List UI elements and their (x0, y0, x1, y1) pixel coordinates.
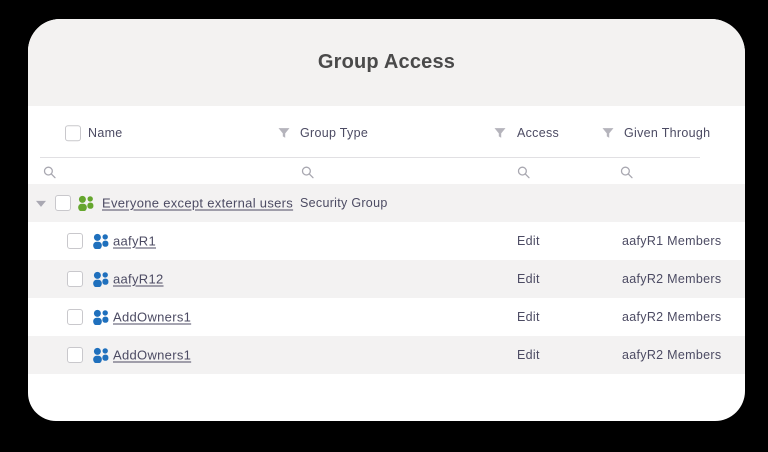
column-header-group-type[interactable]: Group Type (300, 126, 368, 140)
people-icon-blue (93, 309, 109, 325)
table-row[interactable]: aafyR1 Edit aafyR1 Members (28, 222, 745, 260)
group-name-link[interactable]: Everyone except external users (102, 196, 293, 211)
chevron-down-icon[interactable] (36, 200, 46, 207)
panel-header: Group Access (28, 19, 745, 106)
people-icon-green (78, 195, 94, 211)
access-cell: Edit (517, 272, 540, 286)
access-cell: Edit (517, 310, 540, 324)
group-name-link[interactable]: AddOwners1 (113, 348, 191, 363)
search-icon[interactable] (620, 166, 634, 180)
group-name-link[interactable]: AddOwners1 (113, 310, 191, 325)
row-checkbox[interactable] (55, 195, 71, 211)
table-header-row: Name Group Type Access Given Through (28, 106, 745, 158)
filter-icon[interactable] (494, 127, 506, 139)
group-type-cell: Security Group (300, 196, 388, 210)
column-search-row (28, 158, 745, 184)
search-icon[interactable] (43, 166, 57, 180)
people-icon-blue (93, 233, 109, 249)
search-icon[interactable] (301, 166, 315, 180)
column-header-name[interactable]: Name (88, 126, 123, 140)
table-row[interactable]: Everyone except external users Security … (28, 184, 745, 222)
row-checkbox[interactable] (67, 233, 83, 249)
given-through-cell: aafyR2 Members (622, 272, 722, 286)
group-access-panel: Group Access Name Group Type Access Give… (28, 19, 745, 421)
filter-icon[interactable] (602, 127, 614, 139)
given-through-cell: aafyR1 Members (622, 234, 722, 248)
row-checkbox[interactable] (67, 309, 83, 325)
column-header-given-through[interactable]: Given Through (624, 126, 710, 140)
table-body: Everyone except external users Security … (28, 184, 745, 374)
column-header-access[interactable]: Access (517, 126, 559, 140)
given-through-cell: aafyR2 Members (622, 310, 722, 324)
screen: { "title": "Group Access", "colors": { "… (0, 0, 768, 452)
select-all-checkbox[interactable] (65, 125, 81, 142)
row-checkbox[interactable] (67, 271, 83, 287)
group-name-link[interactable]: aafyR12 (113, 272, 164, 287)
table-row[interactable]: AddOwners1 Edit aafyR2 Members (28, 336, 745, 374)
table-row[interactable]: aafyR12 Edit aafyR2 Members (28, 260, 745, 298)
filter-icon[interactable] (278, 127, 290, 139)
access-cell: Edit (517, 234, 540, 248)
people-icon-blue (93, 347, 109, 363)
page-title: Group Access (317, 51, 456, 73)
given-through-cell: aafyR2 Members (622, 348, 722, 362)
group-name-link[interactable]: aafyR1 (113, 234, 156, 249)
table-row[interactable]: AddOwners1 Edit aafyR2 Members (28, 298, 745, 336)
people-icon-blue (93, 271, 109, 287)
access-cell: Edit (517, 348, 540, 362)
row-checkbox[interactable] (67, 347, 83, 363)
search-icon[interactable] (517, 166, 531, 180)
